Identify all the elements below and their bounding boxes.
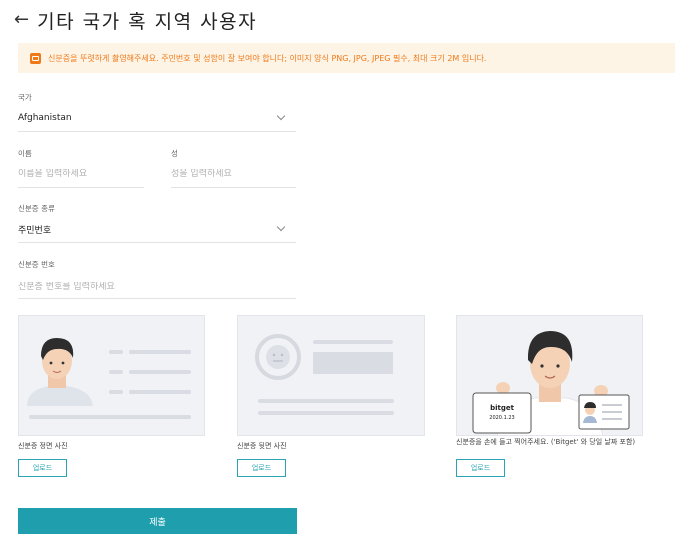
id-number-field: 신분증 번호: [18, 259, 296, 299]
submit-button[interactable]: 제출: [18, 508, 297, 534]
country-select[interactable]: 국가 Afghanistan: [18, 92, 296, 132]
id-front-caption: 신분증 정면 사진: [18, 442, 68, 450]
id-front-sample: [18, 315, 205, 436]
chevron-down-icon: [276, 111, 286, 121]
id-number-label: 신분증 번호: [18, 260, 55, 269]
first-name-field: 이름: [18, 148, 144, 188]
country-label: 국가: [18, 93, 32, 102]
id-number-input[interactable]: [18, 282, 268, 292]
first-name-label: 이름: [18, 149, 32, 158]
country-value: Afghanistan: [18, 113, 72, 123]
last-name-underline: [171, 187, 296, 188]
selfie-caption: 신분증을 손에 들고 찍어주세요. ('Bitget' 와 당일 날짜 포함): [456, 438, 636, 446]
first-name-input[interactable]: [18, 169, 138, 179]
sign-brand-text: bitget: [490, 404, 514, 412]
id-type-select[interactable]: 신분증 종류 주민번호: [18, 203, 296, 243]
chevron-down-icon: [276, 222, 286, 232]
selfie-sample: bitget 2020.1.23: [456, 315, 643, 436]
id-front-upload-button[interactable]: 업로드: [18, 459, 67, 477]
notice-text: 신분증을 뚜렷하게 촬영해주세요. 주민번호 및 성함이 잘 보여야 합니다; …: [48, 53, 487, 63]
id-type-label: 신분증 종류: [18, 204, 55, 213]
last-name-label: 성: [171, 149, 178, 158]
country-underline: [18, 131, 296, 132]
warning-icon: [30, 52, 41, 64]
arrow-left-icon[interactable]: ←: [14, 11, 29, 29]
selfie-upload-button[interactable]: 업로드: [456, 459, 505, 477]
sign-date-text: 2020.1.23: [489, 415, 515, 421]
last-name-field: 성: [171, 148, 296, 188]
page-title: 기타 국가 혹 지역 사용자: [37, 10, 258, 33]
id-number-underline: [18, 298, 296, 299]
id-back-upload-button[interactable]: 업로드: [237, 459, 286, 477]
id-type-underline: [18, 242, 296, 243]
id-back-caption: 신분증 뒷면 사진: [237, 442, 287, 450]
id-type-value: 주민번호: [18, 226, 52, 236]
notice-banner: 신분증을 뚜렷하게 촬영해주세요. 주민번호 및 성함이 잘 보여야 합니다; …: [18, 43, 675, 73]
id-back-sample: [237, 315, 425, 436]
page-header: ← 기타 국가 혹 지역 사용자: [14, 8, 258, 33]
first-name-underline: [18, 187, 144, 188]
last-name-input[interactable]: [171, 169, 291, 179]
